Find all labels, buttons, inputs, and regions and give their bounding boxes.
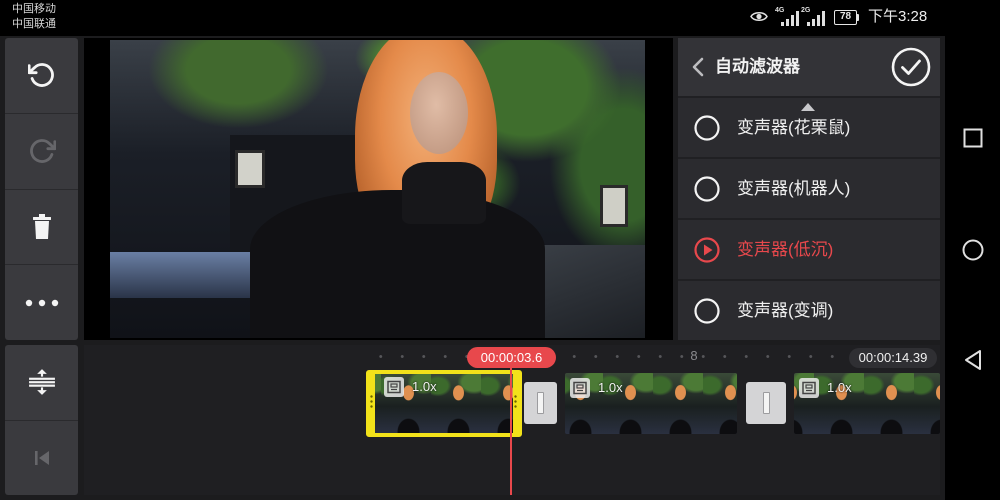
person-face bbox=[410, 72, 468, 154]
filter-item-robot[interactable]: 变声器(机器人) bbox=[678, 157, 940, 218]
confirm-button[interactable] bbox=[891, 47, 931, 87]
clip-label: 1.0x bbox=[384, 377, 437, 397]
clock-label: 下午3:28 bbox=[868, 8, 928, 25]
person-body bbox=[250, 190, 545, 338]
expand-timeline-icon bbox=[28, 368, 56, 396]
transition-button-2[interactable] bbox=[746, 382, 786, 424]
play-circle-icon bbox=[694, 237, 720, 263]
battery-nub bbox=[857, 14, 859, 21]
clip-speed-label: 1.0x bbox=[412, 379, 437, 394]
person-collar bbox=[402, 162, 486, 224]
back-button[interactable] bbox=[686, 55, 710, 79]
signal-1-indicator: 4G bbox=[775, 7, 799, 27]
signal-bars-icon bbox=[781, 11, 799, 26]
transition-icon bbox=[537, 392, 544, 414]
filter-item-label: 变声器(低沉) bbox=[737, 240, 834, 259]
more-dots-icon bbox=[25, 299, 59, 307]
filter-item-label: 变声器(变调) bbox=[737, 301, 834, 320]
recent-apps-icon bbox=[963, 128, 983, 148]
total-duration-badge: 00:00:14.39 bbox=[849, 348, 937, 368]
more-button[interactable] bbox=[5, 265, 78, 340]
eye-icon bbox=[750, 10, 768, 23]
panel-header: 自动滤波器 bbox=[678, 38, 940, 96]
clip-label: 1.0x bbox=[799, 378, 852, 398]
redo-button[interactable] bbox=[5, 114, 78, 190]
battery-level-label: 78 bbox=[839, 11, 852, 22]
filter-item-pitch-shift[interactable]: 变声器(变调) bbox=[678, 279, 940, 340]
filter-item-deep[interactable]: 变声器(低沉) bbox=[678, 218, 940, 279]
recent-apps-button[interactable] bbox=[958, 123, 988, 153]
ruler-marker-label: 8 bbox=[687, 348, 701, 364]
delete-button[interactable] bbox=[5, 190, 78, 266]
playhead[interactable] bbox=[510, 368, 512, 495]
radio-circle-icon bbox=[694, 176, 720, 202]
video-frame[interactable] bbox=[110, 40, 645, 338]
carrier-2-label: 中国联通 bbox=[12, 18, 56, 30]
scroll-up-triangle-icon[interactable] bbox=[801, 98, 815, 111]
audio-filter-panel: 自动滤波器 变声器(花栗鼠) 变声器(机器人) 变声器(低沉) 变声器(变调) bbox=[678, 38, 940, 340]
clip-speed-label: 1.0x bbox=[598, 380, 623, 395]
trash-icon bbox=[30, 213, 54, 241]
radio-circle-icon bbox=[694, 115, 720, 141]
home-button[interactable] bbox=[958, 235, 988, 265]
clip-trim-handle-right[interactable] bbox=[514, 394, 517, 410]
signal-2-indicator: 2G bbox=[801, 7, 825, 27]
clip-trim-handle-left[interactable] bbox=[370, 394, 373, 410]
signal-bars-icon bbox=[807, 11, 825, 26]
undo-button[interactable] bbox=[5, 38, 78, 114]
skip-to-start-icon bbox=[32, 448, 52, 468]
carrier-1-label: 中国移动 bbox=[12, 3, 56, 15]
panel-title: 自动滤波器 bbox=[715, 57, 800, 76]
app-screen: 中国移动 中国联通 4G 2G 78 下午3:28 自动滤波器 变声器(花栗鼠)… bbox=[0, 0, 1000, 500]
status-bar: 中国移动 中国联通 4G 2G 78 下午3:28 bbox=[0, 0, 1000, 36]
background-sign bbox=[600, 185, 628, 227]
background-structure bbox=[530, 245, 645, 338]
expand-timeline-button[interactable] bbox=[5, 345, 78, 421]
home-icon bbox=[962, 239, 984, 261]
clip-label: 1.0x bbox=[570, 378, 623, 398]
video-clip-1[interactable]: 1.0x bbox=[366, 370, 522, 437]
back-nav-button[interactable] bbox=[958, 345, 988, 375]
filter-item-label: 变声器(花栗鼠) bbox=[737, 118, 851, 137]
clip-speed-label: 1.0x bbox=[827, 380, 852, 395]
undo-icon bbox=[27, 61, 56, 89]
edit-toolbar bbox=[5, 38, 78, 340]
timeline-toolbar bbox=[5, 345, 78, 495]
film-clip-icon bbox=[384, 377, 404, 397]
back-icon bbox=[965, 350, 981, 370]
radio-circle-icon bbox=[694, 298, 720, 324]
video-clip-2[interactable]: 1.0x bbox=[565, 373, 737, 434]
background-sign bbox=[235, 150, 265, 188]
battery-icon: 78 bbox=[834, 10, 857, 25]
chevron-left-icon bbox=[692, 57, 704, 77]
check-circle-icon bbox=[891, 47, 931, 87]
film-clip-icon bbox=[799, 378, 819, 398]
redo-icon bbox=[28, 137, 56, 165]
film-clip-icon bbox=[570, 378, 590, 398]
current-time-badge: 00:00:03.6 bbox=[467, 347, 556, 368]
transition-button-1[interactable] bbox=[524, 382, 557, 424]
skip-to-start-button[interactable] bbox=[5, 421, 78, 496]
transition-icon bbox=[762, 392, 770, 414]
filter-item-label: 变声器(机器人) bbox=[737, 179, 851, 198]
video-clip-3[interactable]: 1.0x bbox=[794, 373, 940, 434]
system-nav-bar bbox=[945, 0, 1000, 500]
video-preview bbox=[84, 38, 673, 340]
timeline[interactable]: 8 00:00:03.6 00:00:14.39 1.0x 1.0x 1.0x bbox=[84, 345, 940, 495]
